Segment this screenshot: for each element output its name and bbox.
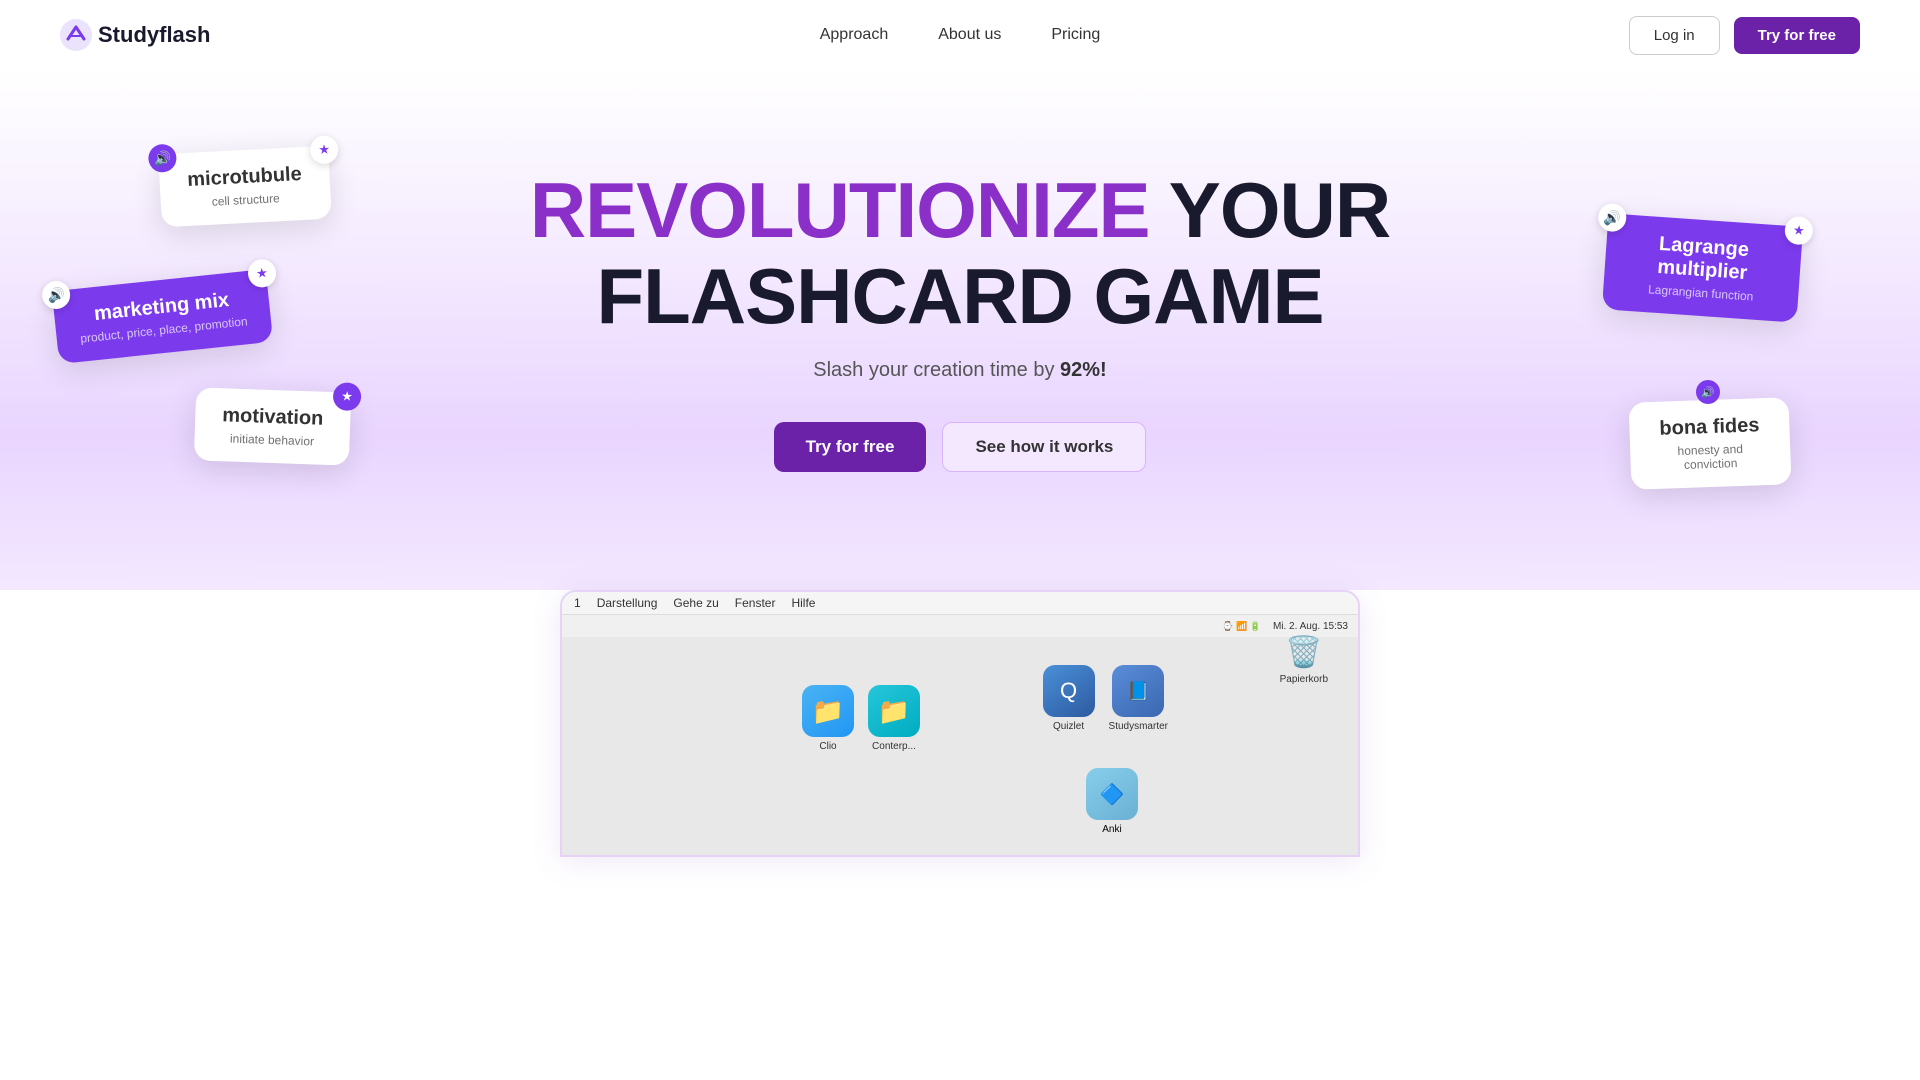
navbar: Studyflash Approach About us Pricing Log… xyxy=(0,0,1920,70)
trash-img: 🗑️ xyxy=(1285,635,1322,670)
card-def-microtubule: cell structure xyxy=(180,190,311,211)
hero-subtitle-percent: 92%! xyxy=(1060,359,1107,381)
folder-icon-blue: 📁 xyxy=(802,685,854,737)
star-icon-marketing: ★ xyxy=(247,258,278,289)
hero-subtitle: Slash your creation time by 92%! xyxy=(813,359,1106,382)
sound-icon-microtubule: 🔊 xyxy=(148,144,177,173)
flashcard-bona: bona fides honesty and conviction xyxy=(1629,397,1792,490)
star-icon-lagrange: ★ xyxy=(1784,216,1814,246)
nav-about[interactable]: About us xyxy=(938,26,1001,43)
browser-content: ⌚ 📶 🔋 Mi. 2. Aug. 15:53 📁 Clio 📁 Conterp… xyxy=(562,615,1358,855)
card-term-bona: bona fides xyxy=(1649,414,1770,441)
desktop-icons-left: 📁 Clio 📁 Conterp... xyxy=(672,655,920,752)
nav-links: Approach About us Pricing xyxy=(820,26,1101,44)
star-icon-motivation: ★ xyxy=(333,382,362,411)
sound-icon-lagrange: 🔊 xyxy=(1597,203,1627,233)
sound-icon-bona: 🔊 xyxy=(1696,380,1720,404)
card-def-bona: honesty and conviction xyxy=(1650,441,1771,473)
hero-title-rest: YOUR xyxy=(1150,166,1391,254)
anki-label: Anki xyxy=(1102,824,1121,835)
star-icon-microtubule: ★ xyxy=(309,135,338,164)
flashcard-marketing: 🔊 ★ marketing mix product, price, place,… xyxy=(52,269,273,364)
app-quizlet: Q Quizlet xyxy=(1043,665,1095,732)
hero-title: REVOLUTIONIZE YOUR FLASHCARD GAME xyxy=(530,168,1390,340)
browser-menu-bar: 1 Darstellung Gehe zu Fenster Hilfe xyxy=(562,592,1358,615)
nav-pricing[interactable]: Pricing xyxy=(1051,26,1100,43)
try-free-button-nav[interactable]: Try for free xyxy=(1734,17,1860,54)
system-bar: ⌚ 📶 🔋 Mi. 2. Aug. 15:53 xyxy=(562,615,1358,637)
card-term-lagrange: Lagrange multiplier xyxy=(1624,231,1782,288)
hero-section: 🔊 ★ microtubule cell structure 🔊 ★ marke… xyxy=(0,70,1920,590)
folder-conterp: 📁 Conterp... xyxy=(868,685,920,752)
hero-buttons: Try for free See how it works xyxy=(774,422,1147,472)
menu-fenster[interactable]: Fenster xyxy=(735,596,776,610)
flashcard-microtubule: 🔊 ★ microtubule cell structure xyxy=(158,146,332,228)
card-term-motivation: motivation xyxy=(215,404,331,431)
nav-actions: Log in Try for free xyxy=(1629,16,1860,55)
login-button[interactable]: Log in xyxy=(1629,16,1720,55)
quizlet-label: Quizlet xyxy=(1053,721,1084,732)
hero-subtitle-pre: Slash your creation time by xyxy=(813,359,1060,381)
hero-title-line2: FLASHCARD GAME xyxy=(597,252,1324,340)
trash-label: Papierkorb xyxy=(1280,674,1328,685)
nav-approach[interactable]: Approach xyxy=(820,26,889,43)
folder-icon-teal: 📁 xyxy=(868,685,920,737)
trash-icon: 🗑️ Papierkorb xyxy=(1280,635,1328,685)
quizlet-icon: Q xyxy=(1043,665,1095,717)
card-term-microtubule: microtubule xyxy=(179,163,310,193)
system-bar-icons: ⌚ 📶 🔋 xyxy=(1222,621,1261,632)
card-def-motivation: initiate behavior xyxy=(214,431,329,449)
see-how-it-works-button[interactable]: See how it works xyxy=(942,422,1146,472)
menu-gehe-zu[interactable]: Gehe zu xyxy=(673,596,718,610)
system-timestamp: Mi. 2. Aug. 15:53 xyxy=(1273,621,1348,632)
studysmarter-label: Studysmarter xyxy=(1109,721,1168,732)
flashcard-motivation: ★ motivation initiate behavior xyxy=(194,387,351,465)
menu-darstellung[interactable]: Darstellung xyxy=(597,596,658,610)
sound-icon-marketing: 🔊 xyxy=(41,280,72,311)
desktop-icons-right: Q Quizlet 📘 Studysmarter xyxy=(1043,665,1168,732)
folder-clio: 📁 Clio xyxy=(802,685,854,752)
folder-clio-label: Clio xyxy=(819,741,836,752)
app-studysmarter: 📘 Studysmarter xyxy=(1109,665,1168,732)
studysmarter-icon: 📘 xyxy=(1112,665,1164,717)
menu-hilfe[interactable]: Hilfe xyxy=(791,596,815,610)
app-anki: 🔷 Anki xyxy=(1086,768,1138,835)
screenshot-section: 1 Darstellung Gehe zu Fenster Hilfe ⌚ 📶 … xyxy=(0,590,1920,857)
browser-window: 1 Darstellung Gehe zu Fenster Hilfe ⌚ 📶 … xyxy=(560,590,1360,857)
logo-text: Studyflash xyxy=(98,22,210,48)
anki-icon: 🔷 xyxy=(1086,768,1138,820)
menu-num: 1 xyxy=(574,596,581,610)
logo[interactable]: Studyflash xyxy=(60,19,210,51)
hero-title-highlight: REVOLUTIONIZE xyxy=(530,166,1150,254)
flashcard-lagrange: 🔊 ★ Lagrange multiplier Lagrangian funct… xyxy=(1602,213,1803,322)
try-free-button-hero[interactable]: Try for free xyxy=(774,422,927,472)
folder-conterp-label: Conterp... xyxy=(872,741,916,752)
